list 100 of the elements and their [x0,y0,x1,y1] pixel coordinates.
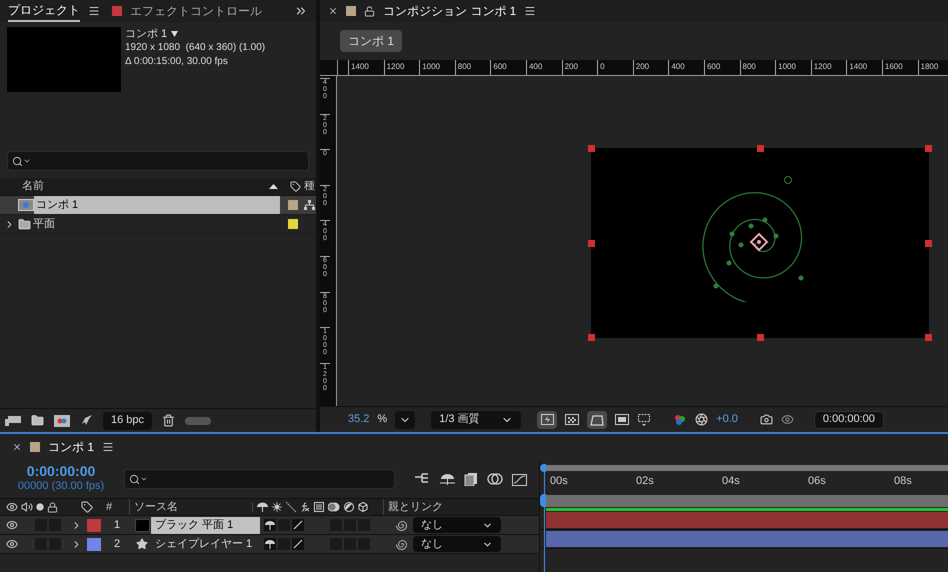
folder-icon[interactable] [31,414,44,427]
eye-icon[interactable] [6,501,18,513]
sort-icon[interactable] [269,184,278,189]
bounding-handle[interactable] [925,334,932,341]
trash-icon[interactable] [162,414,176,427]
layer-row[interactable]: 1 ブラック 平面 1 なし [0,516,539,535]
quality-slash-icon[interactable] [292,519,304,531]
bounding-handle[interactable] [925,240,932,247]
frame-blend-icon[interactable] [464,472,478,486]
motion-blur-icon[interactable] [487,472,503,486]
search-field[interactable] [124,469,395,489]
safe-area-icon[interactable] [615,414,630,425]
current-time[interactable]: 0:00:00:00 [26,464,96,479]
flowchart-icon[interactable] [304,200,314,210]
star-icon[interactable] [136,538,148,550]
graph-editor-icon[interactable] [512,472,527,486]
fast-preview-icon[interactable] [537,410,558,428]
layer-name[interactable]: シェイプレイヤー 1 [151,536,260,552]
menu-icon[interactable] [524,5,536,17]
parent-dropdown[interactable]: なし [413,517,501,533]
ruler-label: 1400 [846,60,882,75]
column-header[interactable]: 種 [304,178,316,195]
close-icon[interactable] [328,6,338,16]
caret-icon[interactable] [171,31,178,37]
panel-tab[interactable]: プロジェクト [8,0,80,22]
bpc-button[interactable]: 16 bpc [103,412,152,430]
bounding-handle[interactable] [588,240,595,247]
timecode-field[interactable]: 0:00:00:00 [814,410,884,428]
ruler-label: 600 [704,60,740,75]
bounding-handle[interactable] [925,145,932,152]
zoom-value[interactable]: 35.2 [348,411,370,428]
column-header[interactable]: ソース名 [129,498,249,516]
view-eye-icon[interactable] [780,413,794,426]
composition-icon[interactable] [54,414,70,426]
work-area-bar[interactable] [546,494,948,506]
transparency-grid-icon[interactable] [565,414,580,425]
frame-count: 00000 (30.00 fps) [18,479,104,494]
slider-track[interactable] [185,416,212,424]
close-icon[interactable] [12,442,22,452]
aperture-icon[interactable] [695,413,708,426]
comp-details: 1920 x 1080 (640 x 360) (1.00) [125,41,266,55]
column-header[interactable]: 名前 [22,178,269,195]
bounding-handle[interactable] [757,334,764,341]
grid-icon[interactable] [637,413,652,426]
time-tick-label: 04s [722,474,741,489]
solo-icon[interactable] [36,503,44,511]
quality-slash-icon[interactable] [292,538,304,550]
motion-blur-icon[interactable] [328,502,340,512]
lock-icon[interactable] [47,502,58,512]
menu-icon[interactable] [88,5,100,17]
eye-icon[interactable] [5,519,19,531]
search-field[interactable] [7,151,309,171]
frame-blend-icon[interactable] [314,502,324,512]
shy-switch-icon[interactable] [264,538,276,550]
comp-details: Δ 0:00:15:00, 30.00 fps [125,55,229,69]
bounding-handle[interactable] [588,145,595,152]
layer-row[interactable]: 2 シェイプレイヤー 1 なし [0,535,539,554]
shy-switch-icon[interactable] [264,519,276,531]
parent-dropdown[interactable]: なし [413,536,501,552]
bounding-handle[interactable] [757,145,764,152]
panel-tab[interactable]: エフェクトコントロール [130,2,262,20]
exposure-value[interactable]: +0.0 [716,411,738,428]
hierarchy-icon[interactable] [415,472,431,486]
fx-icon[interactable] [300,502,310,512]
adjustment-icon[interactable] [344,502,354,512]
eye-icon[interactable] [5,538,19,550]
panel-tab[interactable]: コンポ 1 [48,438,94,456]
pick-whip-icon[interactable] [396,520,407,530]
work-area-handle[interactable] [540,464,546,472]
ruler-label: 400 [526,60,562,75]
project-item[interactable]: コンポ 1 [0,196,316,215]
project-item[interactable]: 平面 [0,215,316,234]
menu-icon[interactable] [102,441,114,453]
cube-icon[interactable] [358,502,368,512]
composition-icon [18,199,34,211]
breadcrumb-button[interactable]: コンポ 1 [340,30,402,52]
panel-tab[interactable]: コンポジション コンポ 1 [383,2,516,20]
tag-icon[interactable] [81,501,93,513]
dotted-slash-icon[interactable] [286,502,296,512]
folder-icon[interactable] [18,218,31,230]
ruler-label: 0 [597,60,633,75]
camera-icon[interactable] [760,413,773,426]
ruler-label: 1000 [775,60,811,75]
pick-whip-icon[interactable] [396,538,407,550]
bounding-handle[interactable] [588,334,595,341]
shy-icon[interactable] [440,472,455,486]
column-header[interactable]: 親とリンク [383,498,443,516]
column-header[interactable]: # [106,498,126,516]
layer-name[interactable]: ブラック 平面 1 [151,516,260,534]
interpret-footage-icon[interactable] [5,415,21,426]
unlocked-icon[interactable] [364,6,375,16]
shy-icon[interactable] [257,502,268,512]
sun-icon[interactable] [272,502,282,512]
color-channels-icon[interactable] [673,412,688,426]
resolution-dropdown[interactable]: 1/3 画質 [431,410,522,428]
audio-icon[interactable] [21,501,33,513]
ruler-label: 1200 [810,60,846,75]
dropdown-button[interactable] [395,410,416,428]
mask-path-icon[interactable] [587,410,608,428]
rocket-icon[interactable] [80,414,93,427]
